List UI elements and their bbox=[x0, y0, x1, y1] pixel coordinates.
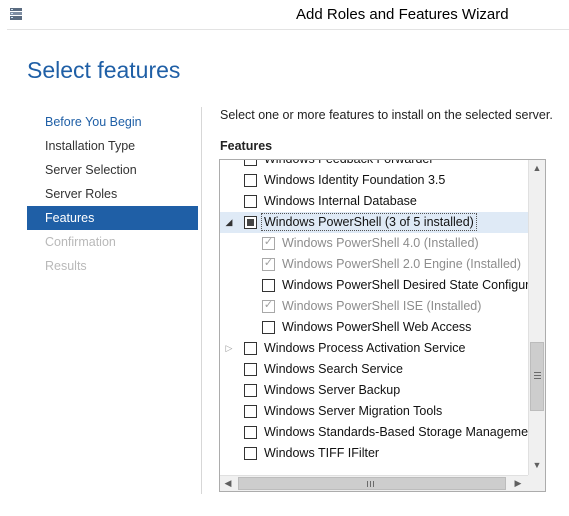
feature-checkbox[interactable] bbox=[244, 426, 257, 439]
scroll-right-icon[interactable]: ▶ bbox=[510, 476, 526, 491]
nav-item-features[interactable]: Features bbox=[27, 206, 198, 230]
nav-item-results: Results bbox=[45, 259, 87, 273]
title-bar: Add Roles and Features Wizard bbox=[0, 0, 569, 29]
feature-checkbox: ✓ bbox=[262, 236, 275, 250]
feature-checkbox: ✓ bbox=[262, 299, 275, 313]
nav-divider bbox=[201, 107, 202, 494]
feature-row[interactable]: ◢ Windows PowerShell (3 of 5 installed) bbox=[220, 212, 528, 233]
feature-row[interactable]: ▷ Windows Process Activation Service bbox=[220, 338, 528, 359]
window-frame bbox=[0, 29, 7, 515]
feature-label: Windows PowerShell (3 of 5 installed) bbox=[261, 213, 477, 231]
feature-label: Windows Standards-Based Storage Manageme… bbox=[264, 425, 528, 439]
features-tree-list: Windows Feedback Forwarder Windows Identi… bbox=[220, 160, 528, 475]
nav-item-installation-type[interactable]: Installation Type bbox=[27, 134, 198, 158]
vertical-scroll-thumb[interactable] bbox=[530, 342, 544, 411]
feature-checkbox[interactable] bbox=[262, 321, 275, 334]
feature-label: Windows Search Service bbox=[264, 362, 403, 376]
feature-row[interactable]: Windows Search Service bbox=[220, 359, 528, 380]
checkmark-icon: ✓ bbox=[263, 257, 274, 269]
feature-label: Windows PowerShell ISE (Installed) bbox=[282, 299, 482, 313]
nav-item-before-you-begin[interactable]: Before You Begin bbox=[27, 110, 198, 134]
feature-row[interactable]: Windows Internal Database bbox=[220, 191, 528, 212]
features-tree[interactable]: Windows Feedback Forwarder Windows Identi… bbox=[219, 159, 546, 492]
collapse-arrow-icon[interactable]: ◢ bbox=[224, 217, 234, 227]
feature-row[interactable]: Windows Server Backup bbox=[220, 380, 528, 401]
wizard-nav: Before You Begin Installation Type Serve… bbox=[27, 110, 198, 278]
feature-label: Windows PowerShell 4.0 (Installed) bbox=[282, 236, 479, 250]
scroll-down-icon[interactable]: ▼ bbox=[529, 457, 545, 474]
feature-checkbox[interactable] bbox=[244, 405, 257, 418]
nav-item-confirmation: Confirmation bbox=[45, 235, 116, 249]
feature-checkbox[interactable] bbox=[244, 216, 257, 229]
nav-item-server-selection[interactable]: Server Selection bbox=[27, 158, 198, 182]
feature-row[interactable]: Windows Standards-Based Storage Manageme… bbox=[220, 422, 528, 443]
horizontal-scroll-thumb[interactable] bbox=[238, 477, 506, 490]
partial-check-icon bbox=[247, 219, 254, 226]
scroll-left-icon[interactable]: ◀ bbox=[220, 476, 236, 491]
feature-checkbox[interactable] bbox=[244, 342, 257, 355]
feature-label: Windows PowerShell Web Access bbox=[282, 320, 472, 334]
feature-row[interactable]: Windows TIFF IFilter bbox=[220, 443, 528, 464]
feature-label: Windows Server Migration Tools bbox=[264, 404, 443, 418]
feature-label: Windows Identity Foundation 3.5 bbox=[264, 173, 446, 187]
expand-arrow-icon[interactable]: ▷ bbox=[224, 343, 234, 353]
feature-label: Windows TIFF IFilter bbox=[264, 446, 380, 460]
server-manager-icon[interactable] bbox=[9, 7, 23, 21]
feature-subrow[interactable]: ✓ Windows PowerShell 2.0 Engine (Installe… bbox=[220, 254, 528, 275]
instruction-text: Select one or more features to install o… bbox=[220, 108, 553, 122]
feature-label: Windows PowerShell 2.0 Engine (Installed… bbox=[282, 257, 522, 271]
window-title: Add Roles and Features Wizard bbox=[296, 6, 509, 23]
feature-checkbox[interactable] bbox=[244, 160, 257, 166]
checkmark-icon: ✓ bbox=[263, 299, 274, 311]
feature-label: Windows Process Activation Service bbox=[264, 341, 466, 355]
features-heading: Features bbox=[220, 139, 273, 153]
vertical-scrollbar[interactable]: ▲ ▼ bbox=[528, 160, 545, 475]
feature-row[interactable]: Windows Server Migration Tools bbox=[220, 401, 528, 422]
feature-row[interactable]: Windows Identity Foundation 3.5 bbox=[220, 170, 528, 191]
checkmark-icon: ✓ bbox=[263, 236, 274, 248]
feature-checkbox[interactable] bbox=[262, 279, 275, 292]
feature-checkbox[interactable] bbox=[244, 363, 257, 376]
feature-label: Windows Internal Database bbox=[264, 194, 417, 208]
feature-subrow[interactable]: Windows PowerShell Desired State Configu… bbox=[220, 275, 528, 296]
feature-subrow[interactable]: Windows PowerShell Web Access bbox=[220, 317, 528, 338]
feature-label: Windows Feedback Forwarder bbox=[264, 160, 434, 167]
scrollbar-corner bbox=[528, 475, 545, 491]
page-title: Select features bbox=[27, 57, 181, 83]
feature-checkbox[interactable] bbox=[244, 447, 257, 460]
feature-label: Windows Server Backup bbox=[264, 383, 401, 397]
horizontal-scrollbar[interactable]: ◀ ▶ bbox=[220, 475, 528, 491]
scroll-up-icon[interactable]: ▲ bbox=[529, 160, 545, 177]
nav-item-server-roles[interactable]: Server Roles bbox=[27, 182, 198, 206]
feature-checkbox: ✓ bbox=[262, 257, 275, 271]
feature-row[interactable]: Windows Feedback Forwarder bbox=[220, 160, 528, 170]
feature-subrow[interactable]: ✓ Windows PowerShell 4.0 (Installed) bbox=[220, 233, 528, 254]
feature-checkbox[interactable] bbox=[244, 195, 257, 208]
feature-label: Windows PowerShell Desired State Configu… bbox=[282, 278, 528, 292]
feature-checkbox[interactable] bbox=[244, 174, 257, 187]
feature-subrow[interactable]: ✓ Windows PowerShell ISE (Installed) bbox=[220, 296, 528, 317]
feature-checkbox[interactable] bbox=[244, 384, 257, 397]
